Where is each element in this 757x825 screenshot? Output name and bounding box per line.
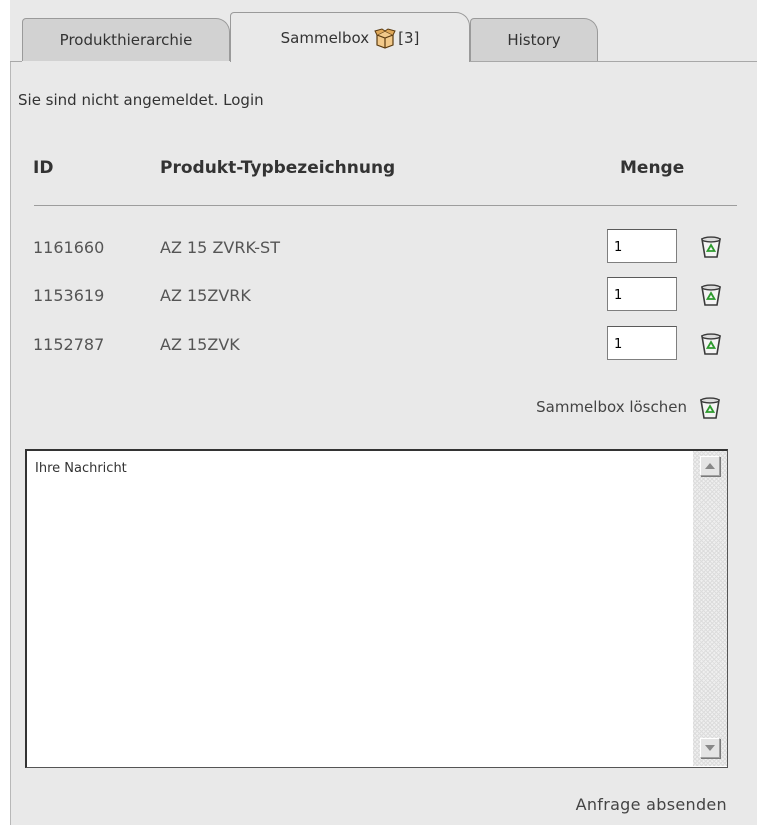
tab-baseline-left: [10, 61, 22, 62]
login-status[interactable]: Sie sind nicht angemeldet. Login: [18, 91, 264, 109]
scroll-down-button[interactable]: [700, 738, 720, 758]
column-header-qty: Menge: [620, 158, 685, 178]
message-scrollbar[interactable]: [693, 451, 727, 766]
column-header-name: Produkt-Typbezeichnung: [160, 158, 396, 178]
trash-icon[interactable]: [697, 395, 723, 421]
tab-history-label: History: [507, 31, 561, 49]
tab-produkthierarchie-label: Produkthierarchie: [59, 31, 193, 49]
table-row: 1161660 AZ 15 ZVRK-ST: [0, 229, 757, 265]
quantity-input[interactable]: [607, 326, 677, 360]
table-row: 1153619 AZ 15ZVRK: [0, 277, 757, 313]
scroll-up-button[interactable]: [700, 456, 720, 476]
row-id: 1153619: [33, 286, 105, 305]
sammelbox-count: [3]: [398, 28, 420, 47]
tab-strip: Produkthierarchie Sammelbox [3] History: [10, 0, 757, 62]
arrow-up-icon: [705, 463, 715, 469]
tab-sammelbox[interactable]: Sammelbox [3]: [230, 12, 470, 62]
trash-icon[interactable]: [698, 331, 724, 357]
tab-sammelbox-label: Sammelbox: [280, 28, 370, 47]
clear-sammelbox-link[interactable]: Sammelbox löschen: [536, 398, 687, 416]
row-name: AZ 15 ZVRK-ST: [160, 238, 280, 257]
row-name: AZ 15ZVK: [160, 335, 240, 354]
submit-request-link[interactable]: Anfrage absenden: [576, 795, 727, 814]
header-divider: [34, 205, 737, 206]
box-icon: [374, 27, 396, 49]
row-id: 1152787: [33, 335, 105, 354]
trash-icon[interactable]: [698, 282, 724, 308]
message-box: Ihre Nachricht: [25, 449, 728, 768]
arrow-down-icon: [705, 745, 715, 751]
trash-icon[interactable]: [698, 234, 724, 260]
quantity-input[interactable]: [607, 277, 677, 311]
quantity-input[interactable]: [607, 229, 677, 263]
message-textarea[interactable]: Ihre Nachricht: [27, 451, 694, 766]
row-id: 1161660: [33, 238, 105, 257]
tab-history[interactable]: History: [470, 18, 598, 61]
column-header-id: ID: [33, 158, 54, 178]
tab-produkthierarchie[interactable]: Produkthierarchie: [22, 18, 230, 61]
table-row: 1152787 AZ 15ZVK: [0, 326, 757, 362]
row-name: AZ 15ZVRK: [160, 286, 251, 305]
